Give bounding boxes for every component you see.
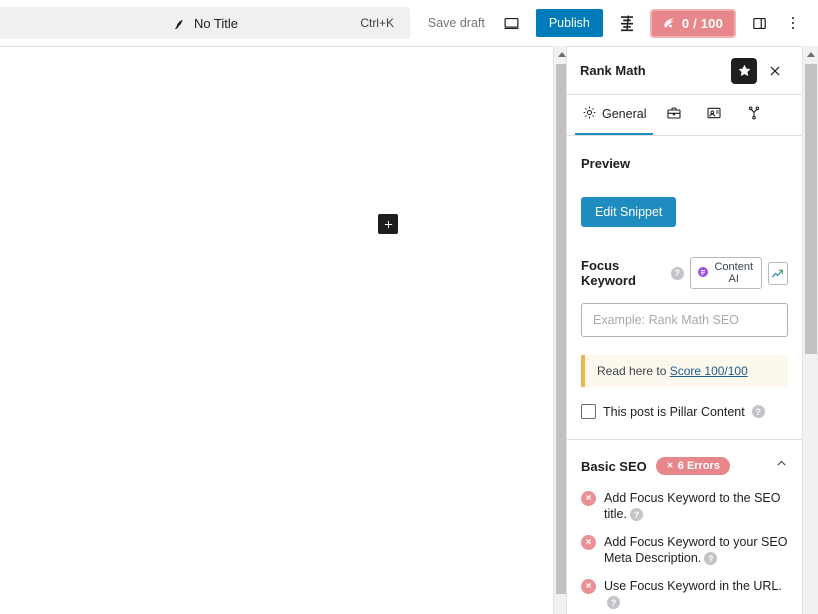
pillar-content-checkbox[interactable] [581,404,596,419]
error-icon: × [581,535,596,550]
more-dots [791,16,795,30]
post-title-field[interactable]: No Title Ctrl+K [0,7,410,39]
score-notice: Read here to Score 100/100 [581,355,788,387]
rank-math-body: Preview Edit Snippet Focus Keyword ? Con… [567,156,802,439]
top-toolbar: No Title Ctrl+K Save draft Publish 0 / 1… [0,0,818,46]
error-count-label: 6 Errors [677,460,720,472]
help-icon[interactable]: ? [751,405,765,418]
block-inserter-button[interactable] [378,214,398,234]
editor-canvas[interactable] [0,46,553,614]
list-item: × Add Focus Keyword to your SEO Meta Des… [581,534,788,566]
save-draft-button[interactable]: Save draft [418,10,495,36]
rank-math-header: Rank Math [567,47,802,95]
basic-seo-error-badge: 6 Errors [655,457,730,475]
tab-advanced[interactable] [655,95,693,135]
basic-seo-error-list: × Add Focus Keyword to the SEO title.? ×… [581,490,788,614]
list-item: × Use Focus Keyword in the URL.? [581,578,788,610]
seo-score-value: 0 / 100 [681,15,723,31]
error-icon: × [581,491,596,506]
seo-score-badge[interactable]: 0 / 100 [649,8,736,38]
help-icon[interactable]: ? [629,508,643,522]
help-icon[interactable]: ? [607,596,620,610]
command-shortcut-hint: Ctrl+K [360,16,394,30]
chevron-up-icon[interactable] [775,457,788,475]
device-preview-icon[interactable] [495,6,529,40]
scroll-up-arrow-sidebar[interactable] [803,46,818,63]
tab-social[interactable] [695,95,733,135]
error-text: Add Focus Keyword to your SEO Meta Descr… [604,535,788,566]
preview-heading: Preview [581,156,631,171]
sidebar-scrollbar-thumb[interactable] [805,64,817,354]
error-text: Add Focus Keyword to the SEO title.? [604,491,781,522]
x-icon [666,460,674,472]
content-ai-icon [697,266,709,281]
rank-math-tabs: General [567,95,802,136]
briefcase-icon [666,105,682,124]
close-icon[interactable] [761,57,789,85]
help-icon[interactable]: ? [670,266,684,280]
sidebar-toggle-icon[interactable] [742,6,776,40]
schema-node-icon [746,105,762,124]
pillar-content-row: This post is Pillar Content ? [581,404,788,439]
rank-math-title: Rank Math [580,63,646,78]
help-icon[interactable]: ? [704,552,718,566]
content-ai-label: Content AI [714,261,754,285]
basic-seo-section: Basic SEO 6 Errors × Add Focus Keyword t… [567,440,802,614]
rank-math-sidebar: Rank Math General Preview Edit Snippet F… [566,46,802,614]
star-icon[interactable] [731,57,757,84]
publish-button[interactable]: Publish [535,9,603,37]
more-options-icon[interactable] [776,6,810,40]
focus-keyword-row: Focus Keyword ? Content AI [581,257,788,289]
focus-keyword-input[interactable] [581,303,788,337]
sidebar-scrollbar[interactable] [802,46,818,614]
social-card-icon [706,105,722,124]
tab-schema[interactable] [735,95,773,135]
basic-seo-title: Basic SEO [581,458,647,474]
content-ai-button[interactable]: Content AI [689,257,762,289]
plus-icon [384,220,392,228]
post-title-inner: No Title [172,16,238,31]
trend-up-icon[interactable] [767,261,788,285]
block-tools-icon[interactable] [610,6,644,40]
score-notice-text: Read here to [597,364,670,378]
basic-seo-header[interactable]: Basic SEO 6 Errors [581,440,788,490]
tab-general-label: General [602,107,647,121]
edit-snippet-button[interactable]: Edit Snippet [581,197,677,227]
focus-keyword-label: Focus Keyword [581,258,636,288]
score-100-link[interactable]: Score 100/100 [670,364,748,378]
pen-feather-icon [172,16,187,31]
error-text: Use Focus Keyword in the URL.? [604,579,782,610]
gear-icon [582,105,597,123]
rank-math-logo-icon [663,16,677,31]
pillar-content-label: This post is Pillar Content [603,404,745,419]
toolbar-actions: Save draft Publish 0 / 100 [418,0,810,46]
tab-general[interactable]: General [575,95,654,135]
post-title-text: No Title [193,15,239,31]
list-item: × Add Focus Keyword to the SEO title.? [581,490,788,522]
error-icon: × [581,579,596,594]
editor-window: No Title Ctrl+K Save draft Publish 0 / 1… [0,0,818,614]
